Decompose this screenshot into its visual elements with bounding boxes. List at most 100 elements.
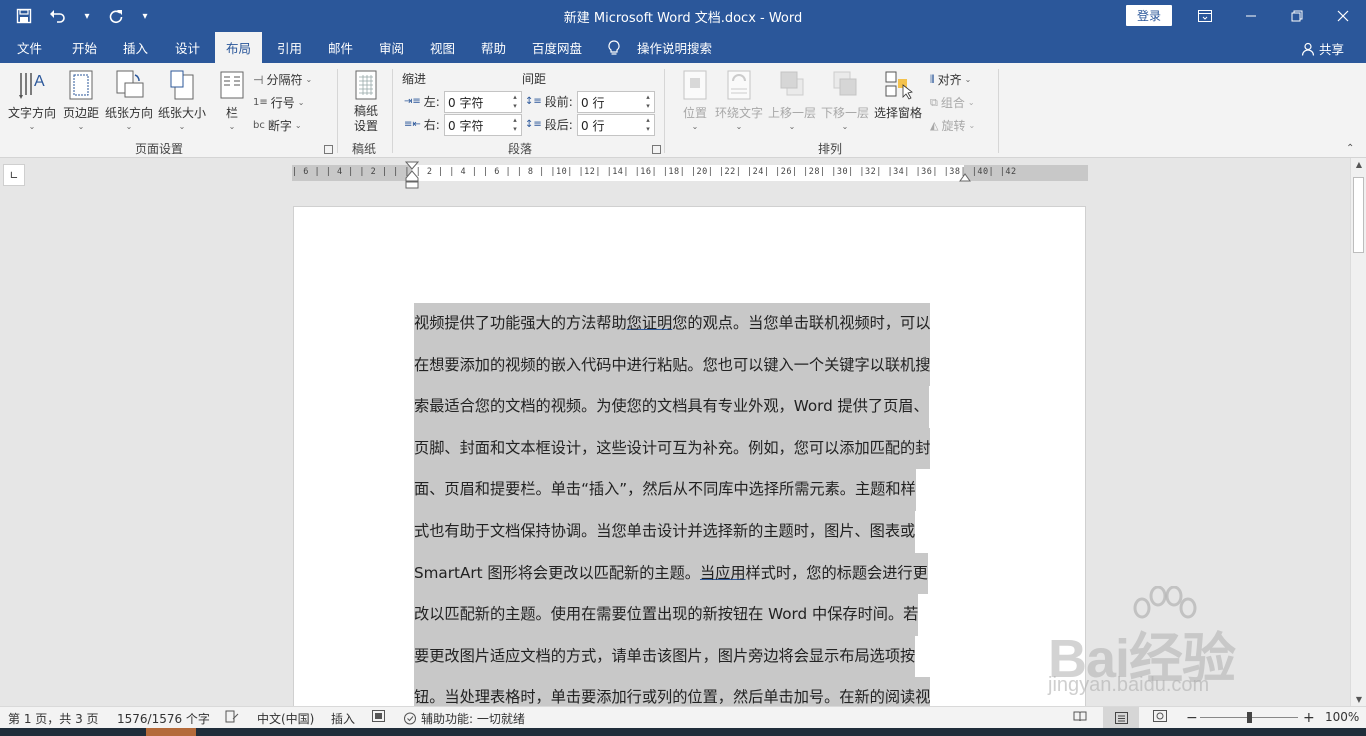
accessibility-status[interactable]: 辅助功能: 一切就绪 xyxy=(403,710,525,727)
tab-home[interactable]: 开始 xyxy=(72,32,97,63)
zoom-out-icon[interactable]: − xyxy=(1186,710,1198,726)
line-numbers-button[interactable]: 1≡ 行号 ⌄ xyxy=(253,94,304,111)
indent-marker-icon[interactable] xyxy=(405,161,419,191)
selected-text[interactable]: 钮。当处理表格时，单击要添加行或列的位置，然后单击加号。在新的阅读视 xyxy=(414,677,931,708)
page-count[interactable]: 第 1 页，共 3 页 xyxy=(8,710,99,727)
taskbar-item[interactable] xyxy=(146,728,196,736)
tab-insert[interactable]: 插入 xyxy=(123,32,148,63)
rotate-button[interactable]: ◭ 旋转 ⌄ xyxy=(930,117,975,134)
selected-text[interactable]: 在想要添加的视频的嵌入代码中进行粘贴。您也可以键入一个关键字以联机搜 xyxy=(414,344,931,387)
close-icon[interactable] xyxy=(1320,0,1366,32)
selected-text[interactable]: 视频提供了功能强大的方法帮助您证明您的观点。当您单击联机视频时，可以 xyxy=(414,303,931,345)
text-direction-button[interactable]: A 文字方向 ⌄ xyxy=(8,69,56,131)
spin-arrows-icon[interactable]: ▴ ▾ xyxy=(643,93,653,111)
spin-arrows-icon[interactable]: ▴ ▾ xyxy=(643,116,653,134)
tell-me-search[interactable]: 操作说明搜索 xyxy=(607,32,712,63)
read-mode-icon[interactable] xyxy=(1073,710,1087,722)
send-backward-button[interactable]: 下移一层 ⌄ xyxy=(821,69,869,131)
insert-mode[interactable]: 插入 xyxy=(331,710,355,727)
tab-references[interactable]: 引用 xyxy=(277,32,302,63)
manuscript-settings-button[interactable]: 稿纸 设置 xyxy=(350,69,382,134)
customize-qat-icon[interactable]: ▾ xyxy=(136,4,154,28)
document-page[interactable]: 视频提供了功能强大的方法帮助您证明您的观点。当您单击联机视频时，可以 在想要添加的… xyxy=(293,206,1086,708)
undo-dropdown-icon[interactable]: ▾ xyxy=(78,4,96,28)
scroll-thumb[interactable] xyxy=(1353,177,1364,253)
tab-review[interactable]: 审阅 xyxy=(379,32,404,63)
selected-text[interactable]: SmartArt 图形将会更改以匹配新的主题。当应用样式时，您的标题会进行更 xyxy=(414,552,928,595)
save-icon[interactable] xyxy=(10,4,38,28)
document-line[interactable]: 式也有助于文档保持协调。当您单击设计并选择新的主题时，图片、图表或 xyxy=(414,510,962,553)
indent-left-input[interactable]: 0 字符 ▴ ▾ xyxy=(444,91,522,113)
bring-forward-button[interactable]: 上移一层 ⌄ xyxy=(768,69,816,131)
minimize-icon[interactable] xyxy=(1228,0,1274,32)
selected-text[interactable]: 要更改图片适应文档的方式，请单击该图片，图片旁边将会显示布局选项按 xyxy=(414,635,916,678)
spacing-before-input[interactable]: 0 行 ▴ ▾ xyxy=(577,91,655,113)
spin-arrows-icon[interactable]: ▴ ▾ xyxy=(510,93,520,111)
document-line[interactable]: 面、页眉和提要栏。单击“插入”，然后从不同库中选择所需元素。主题和样 xyxy=(414,469,962,511)
document-line[interactable]: 改以匹配新的主题。使用在需要位置出现的新按钮在 Word 中保存时间。若 xyxy=(414,594,962,636)
share-button[interactable]: 共享 xyxy=(1301,39,1344,58)
print-layout-icon[interactable] xyxy=(1103,707,1139,728)
proofing-icon[interactable] xyxy=(225,710,239,723)
tab-layout[interactable]: 布局 xyxy=(215,32,263,63)
breaks-button[interactable]: ⊣ 分隔符 ⌄ xyxy=(253,71,312,88)
restore-icon[interactable] xyxy=(1274,0,1320,32)
selected-text[interactable]: 索最适合您的文档的视频。为使您的文档具有专业外观，Word 提供了页眉、 xyxy=(414,386,929,428)
indent-right-input[interactable]: 0 字符 ▴ ▾ xyxy=(444,114,522,136)
tab-view[interactable]: 视图 xyxy=(430,32,455,63)
tab-baidu-netdisk[interactable]: 百度网盘 xyxy=(532,32,582,63)
tab-selector-icon[interactable]: ∟ xyxy=(3,164,25,186)
document-line[interactable]: SmartArt 图形将会更改以匹配新的主题。当应用样式时，您的标题会进行更 xyxy=(414,552,962,595)
tab-mailings[interactable]: 邮件 xyxy=(328,32,353,63)
tell-me-label: 操作说明搜索 xyxy=(637,41,713,56)
document-line[interactable]: 钮。当处理表格时，单击要添加行或列的位置，然后单击加号。在新的阅读视 xyxy=(414,677,962,708)
document-line[interactable]: 要更改图片适应文档的方式，请单击该图片，图片旁边将会显示布局选项按 xyxy=(414,635,962,678)
paragraph-launcher-icon[interactable] xyxy=(652,145,661,154)
selected-text[interactable]: 页脚、封面和文本框设计，这些设计可互为补充。例如，您可以添加匹配的封 xyxy=(414,427,931,470)
align-button[interactable]: ⫴ 对齐 ⌄ xyxy=(930,71,971,88)
tab-file[interactable]: 文件 xyxy=(17,32,42,63)
spacing-after-input[interactable]: 0 行 ▴ ▾ xyxy=(577,114,655,136)
zoom-slider-thumb[interactable] xyxy=(1247,712,1252,723)
tab-design[interactable]: 设计 xyxy=(175,32,200,63)
wrap-text-button[interactable]: 环绕文字 ⌄ xyxy=(715,69,763,131)
size-button[interactable]: 纸张大小 ⌄ xyxy=(158,69,206,131)
document-line[interactable]: 页脚、封面和文本框设计，这些设计可互为补充。例如，您可以添加匹配的封 xyxy=(414,427,962,470)
undo-icon[interactable] xyxy=(44,4,72,28)
right-indent-marker-icon[interactable] xyxy=(959,172,971,182)
selected-text[interactable]: 面、页眉和提要栏。单击“插入”，然后从不同库中选择所需元素。主题和样 xyxy=(414,469,916,511)
scroll-down-icon[interactable]: ▼ xyxy=(1351,695,1366,704)
position-button[interactable]: 位置 ⌄ xyxy=(679,69,711,131)
hyphenation-button[interactable]: bc 断字 ⌄ xyxy=(253,117,302,134)
web-layout-icon[interactable] xyxy=(1153,710,1167,722)
collapse-ribbon-icon[interactable]: ⌃ xyxy=(1346,143,1354,154)
spin-arrows-icon[interactable]: ▴ ▾ xyxy=(510,116,520,134)
grammar-flagged-text[interactable]: 当应用 xyxy=(700,564,746,582)
document-line[interactable]: 视频提供了功能强大的方法帮助您证明您的观点。当您单击联机视频时，可以 xyxy=(414,303,962,345)
page-setup-launcher-icon[interactable] xyxy=(324,145,333,154)
selected-text[interactable]: 式也有助于文档保持协调。当您单击设计并选择新的主题时，图片、图表或 xyxy=(414,510,916,553)
language-status[interactable]: 中文(中国) xyxy=(257,710,314,727)
word-count[interactable]: 1576/1576 个字 xyxy=(117,710,210,727)
document-line[interactable]: 在想要添加的视频的嵌入代码中进行粘贴。您也可以键入一个关键字以联机搜 xyxy=(414,344,962,387)
margins-button[interactable]: 页边距 ⌄ xyxy=(63,69,99,131)
scroll-up-icon[interactable]: ▲ xyxy=(1351,160,1366,169)
selected-text[interactable]: 改以匹配新的主题。使用在需要位置出现的新按钮在 Word 中保存时间。若 xyxy=(414,594,919,636)
orientation-button[interactable]: 纸张方向 ⌄ xyxy=(105,69,153,131)
zoom-in-icon[interactable]: + xyxy=(1303,710,1315,726)
tab-help[interactable]: 帮助 xyxy=(481,32,506,63)
horizontal-ruler[interactable]: | 6 | | 4 | | 2 | | | | 2 | | 4 | | 6 | … xyxy=(292,161,1088,189)
columns-button[interactable]: 栏 ⌄ xyxy=(216,69,248,131)
document-paragraph[interactable]: 视频提供了功能强大的方法帮助您证明您的观点。当您单击联机视频时，可以 在想要添加的… xyxy=(414,303,962,708)
document-line[interactable]: 索最适合您的文档的视频。为使您的文档具有专业外观，Word 提供了页眉、 xyxy=(414,386,962,428)
redo-icon[interactable] xyxy=(102,4,130,28)
zoom-level[interactable]: 100% xyxy=(1325,710,1359,724)
grammar-flagged-text[interactable]: 您证明 xyxy=(627,314,673,332)
signin-button[interactable]: 登录 xyxy=(1126,5,1172,26)
selection-pane-button[interactable]: 选择窗格 xyxy=(874,69,922,121)
ribbon-display-options-icon[interactable] xyxy=(1182,0,1228,32)
spacing-before-icon: ↕≡ xyxy=(525,96,542,107)
macro-record-icon[interactable] xyxy=(372,710,385,722)
group-button[interactable]: ⧉ 组合 ⌄ xyxy=(930,94,975,111)
vertical-scrollbar[interactable]: ▲ ▼ xyxy=(1350,158,1366,706)
